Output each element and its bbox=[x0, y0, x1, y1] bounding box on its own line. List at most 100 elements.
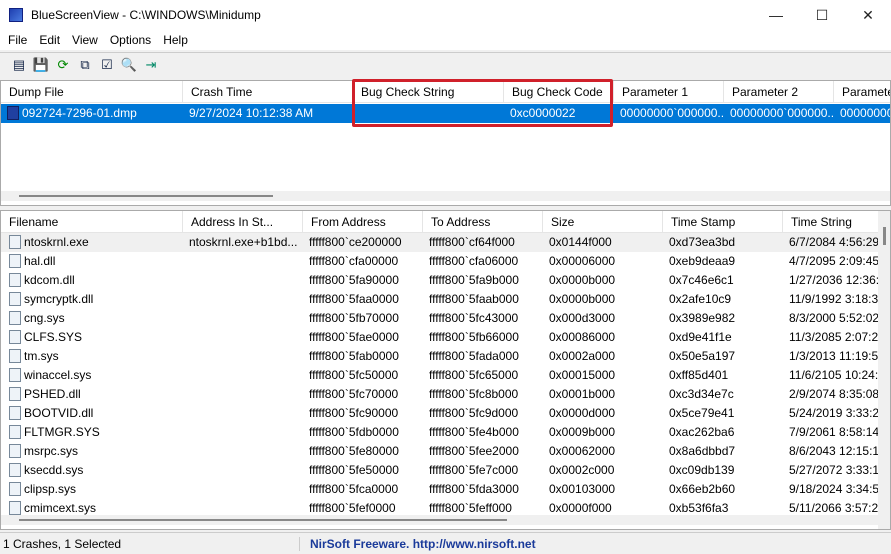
cell-text: tm.sys bbox=[24, 349, 59, 363]
cell: fffff800`5fc65000 bbox=[423, 366, 543, 385]
column-header-to-address[interactable]: To Address bbox=[423, 211, 543, 232]
module-list-hscrollbar[interactable] bbox=[1, 515, 879, 525]
cell-text: FLTMGR.SYS bbox=[24, 425, 100, 439]
cell-text: 0x7c46e6c1 bbox=[669, 273, 734, 287]
html-report-icon[interactable]: ▤ bbox=[10, 56, 28, 74]
cell: 00000000`000000... bbox=[724, 104, 834, 123]
cell-text: 0x50e5a197 bbox=[669, 349, 736, 363]
cell: 0x00103000 bbox=[543, 480, 663, 499]
module-row[interactable]: clipsp.sys fffff800`5fca0000 fffff800`5fda… bbox=[1, 480, 890, 499]
cell-text: 0x66eb2b60 bbox=[669, 482, 736, 496]
cell: fffff800`5fe7c000 bbox=[423, 461, 543, 480]
module-row[interactable]: PSHED.dll fffff800`5fc70000 fffff800`5fc8b… bbox=[1, 385, 890, 404]
cell: 0x2afe10c9 bbox=[663, 290, 783, 309]
cell: 00000000` bbox=[834, 104, 890, 123]
column-header-size[interactable]: Size bbox=[543, 211, 663, 232]
menu-file[interactable]: File bbox=[2, 33, 33, 47]
cell: fffff800`5fc70000 bbox=[303, 385, 423, 404]
cell: 0x0002a000 bbox=[543, 347, 663, 366]
module-row[interactable]: winaccel.sys fffff800`5fc50000 fffff800`5f… bbox=[1, 366, 890, 385]
cell: fffff800`5fb66000 bbox=[423, 328, 543, 347]
cell: fffff800`5fe4b000 bbox=[423, 423, 543, 442]
menu-edit[interactable]: Edit bbox=[33, 33, 66, 47]
module-file-icon bbox=[9, 368, 21, 382]
cell: tm.sys bbox=[1, 347, 183, 366]
cell: 0xd73ea3bd bbox=[663, 233, 783, 252]
cell-text: 0x000d3000 bbox=[549, 311, 616, 325]
column-header-time-stamp[interactable]: Time Stamp bbox=[663, 211, 783, 232]
cell-text: 0x0009b000 bbox=[549, 425, 616, 439]
cell bbox=[183, 328, 303, 347]
maximize-button[interactable]: ☐ bbox=[799, 0, 845, 30]
cell: 11/6/2105 10:24: bbox=[783, 366, 879, 385]
refresh-icon[interactable]: ⟳ bbox=[54, 56, 72, 74]
cell: fffff800`cf64f000 bbox=[423, 233, 543, 252]
module-row[interactable]: cng.sys fffff800`5fb70000 fffff800`5fc4300… bbox=[1, 309, 890, 328]
cell-text: fffff800`cfa00000 bbox=[309, 254, 399, 268]
cell bbox=[183, 480, 303, 499]
module-row[interactable]: kdcom.dll fffff800`5fa90000 fffff800`5fa9b… bbox=[1, 271, 890, 290]
cell bbox=[183, 309, 303, 328]
cell: hal.dll bbox=[1, 252, 183, 271]
cell-text: fffff800`5fa90000 bbox=[309, 273, 399, 287]
cell-text: 0x0002c000 bbox=[549, 463, 615, 477]
module-row[interactable]: ntoskrnl.exe ntoskrnl.exe+b1bd... fffff800… bbox=[1, 233, 890, 252]
cell: 0x00086000 bbox=[543, 328, 663, 347]
cell: fffff800`cfa00000 bbox=[303, 252, 423, 271]
cell: 8/3/2000 5:52:02 bbox=[783, 309, 879, 328]
cell-text: 0x2afe10c9 bbox=[669, 292, 732, 306]
module-row[interactable]: tm.sys fffff800`5fab0000 fffff800`5fada000… bbox=[1, 347, 890, 366]
cell-text: hal.dll bbox=[24, 254, 56, 268]
cell: 11/3/2085 2:07:2 bbox=[783, 328, 879, 347]
cell: 0x0009b000 bbox=[543, 423, 663, 442]
menu-options[interactable]: Options bbox=[104, 33, 157, 47]
column-header-parameter-2[interactable]: Parameter 2 bbox=[724, 81, 834, 102]
cell: 9/27/2024 10:12:38 AM bbox=[183, 104, 353, 123]
module-row[interactable]: symcryptk.dll fffff800`5faa0000 fffff800`5… bbox=[1, 290, 890, 309]
cell: 4/7/2095 2:09:45 bbox=[783, 252, 879, 271]
module-row[interactable]: CLFS.SYS fffff800`5fae0000 fffff800`5fb660… bbox=[1, 328, 890, 347]
column-header-dump-file[interactable]: Dump File bbox=[1, 81, 183, 102]
cell-text: fffff800`5fda3000 bbox=[429, 482, 519, 496]
minimize-button[interactable]: — bbox=[753, 0, 799, 30]
save-icon[interactable]: 💾 bbox=[32, 56, 50, 74]
properties-icon[interactable]: ☑ bbox=[98, 56, 116, 74]
cell: fffff800`5faa0000 bbox=[303, 290, 423, 309]
find-icon[interactable]: 🔍 bbox=[120, 56, 138, 74]
copy-icon[interactable]: ⧉ bbox=[76, 56, 94, 74]
close-button[interactable]: ✕ bbox=[845, 0, 891, 30]
column-header-from-address[interactable]: From Address bbox=[303, 211, 423, 232]
crash-list-hscrollbar[interactable] bbox=[1, 191, 890, 201]
column-header-paramete[interactable]: Paramete bbox=[834, 81, 890, 102]
module-row[interactable]: msrpc.sys fffff800`5fe80000 fffff800`5fee2… bbox=[1, 442, 890, 461]
cell-text: 00000000` bbox=[840, 106, 890, 120]
column-header-filename[interactable]: Filename bbox=[1, 211, 183, 232]
column-header-time-string[interactable]: Time String bbox=[783, 211, 879, 232]
cell-text: cmimcext.sys bbox=[24, 501, 96, 515]
exit-icon[interactable]: ⇥ bbox=[142, 56, 160, 74]
column-header-parameter-1[interactable]: Parameter 1 bbox=[614, 81, 724, 102]
toolbar: ▤ 💾 ⟳ ⧉ ☑ 🔍 ⇥ bbox=[0, 52, 891, 76]
module-row[interactable]: ksecdd.sys fffff800`5fe50000 fffff800`5fe7… bbox=[1, 461, 890, 480]
cell: ksecdd.sys bbox=[1, 461, 183, 480]
module-file-icon bbox=[9, 254, 21, 268]
cell: CLFS.SYS bbox=[1, 328, 183, 347]
cell-text: 0x00062000 bbox=[549, 444, 616, 458]
menu-view[interactable]: View bbox=[66, 33, 104, 47]
cell: fffff800`5fc9d000 bbox=[423, 404, 543, 423]
module-file-icon bbox=[9, 406, 21, 420]
cell: cng.sys bbox=[1, 309, 183, 328]
module-list-vscrollbar[interactable] bbox=[878, 211, 890, 529]
module-row[interactable]: FLTMGR.SYS fffff800`5fdb0000 fffff800`5fe4… bbox=[1, 423, 890, 442]
column-header-crash-time[interactable]: Crash Time bbox=[183, 81, 353, 102]
column-header-address-in-st-[interactable]: Address In St... bbox=[183, 211, 303, 232]
cell bbox=[183, 423, 303, 442]
cell: 5/24/2019 3:33:2 bbox=[783, 404, 879, 423]
cell-text: 7/9/2061 8:58:14 bbox=[789, 425, 879, 439]
module-row[interactable]: BOOTVID.dll fffff800`5fc90000 fffff800`5fc… bbox=[1, 404, 890, 423]
cell-text: fffff800`5fae0000 bbox=[309, 330, 399, 344]
menu-help[interactable]: Help bbox=[157, 33, 194, 47]
module-row[interactable]: hal.dll fffff800`cfa00000 fffff800`cfa0600… bbox=[1, 252, 890, 271]
cell-text: fffff800`5fab0000 bbox=[309, 349, 399, 363]
nirsoft-link[interactable]: NirSoft Freeware. http://www.nirsoft.net bbox=[300, 537, 536, 551]
